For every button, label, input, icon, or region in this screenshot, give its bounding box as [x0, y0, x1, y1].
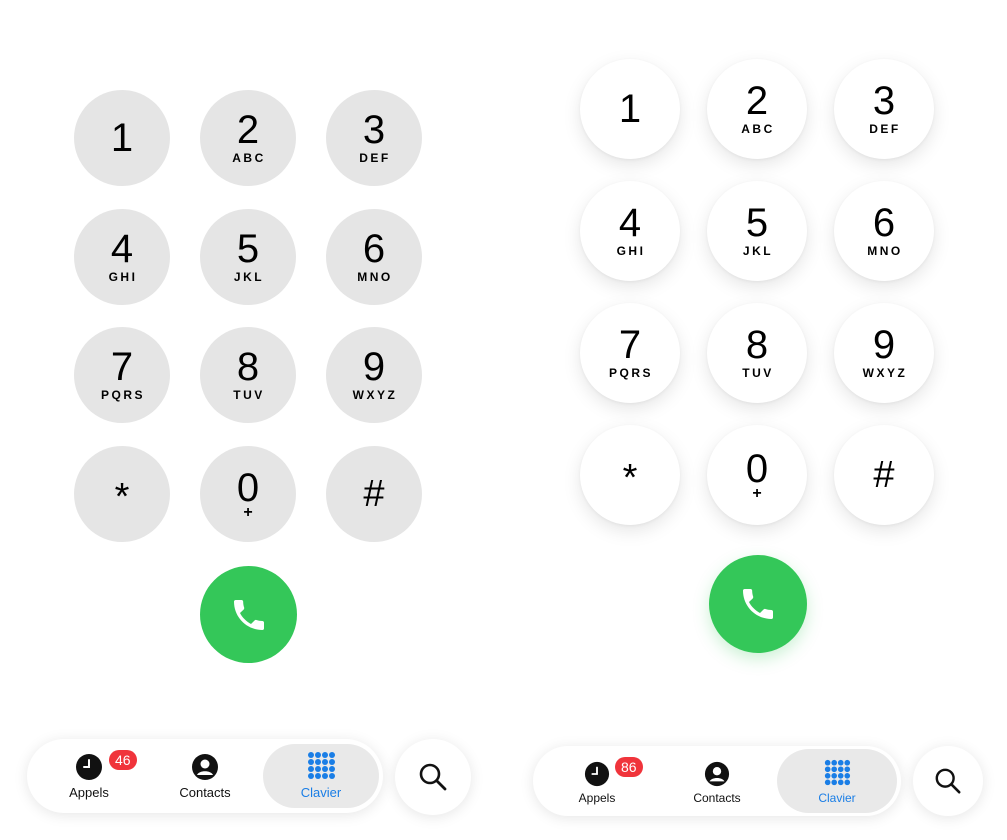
key-digit: 4	[110, 227, 134, 271]
key-digit: 3	[872, 79, 896, 123]
key-1[interactable]: 1	[74, 90, 170, 186]
key-letters: TUV	[233, 388, 265, 402]
keypad-grid-icon	[824, 759, 851, 786]
key-digit: *	[622, 457, 638, 499]
phone-icon	[743, 589, 773, 619]
tab-label: Clavier	[818, 791, 856, 805]
key-7[interactable]: 7 PQRS	[74, 327, 170, 423]
key-letters: WXYZ	[862, 366, 908, 380]
key-digit: 9	[362, 345, 386, 389]
tab-clavier[interactable]: Clavier	[263, 744, 379, 808]
tab-label: Appels	[578, 791, 616, 805]
key-digit: 5	[236, 227, 260, 271]
key-letters: TUV	[742, 366, 774, 380]
dialer-panel-left: 1 2 ABC 3 DEF 4 GHI 5 JKL 6 MNO 7 PQRS 8…	[0, 0, 500, 840]
key-digit: 4	[618, 201, 642, 245]
search-button[interactable]	[395, 739, 471, 815]
key-digit: *	[114, 476, 130, 518]
key-letters: GHI	[108, 270, 138, 284]
key-6[interactable]: 6 MNO	[326, 209, 422, 305]
phone-icon	[233, 599, 264, 630]
key-letters: PQRS	[608, 366, 653, 380]
tab-label: Appels	[69, 785, 109, 800]
key-digit: 0	[236, 466, 260, 510]
key-7[interactable]: 7 PQRS	[580, 303, 680, 403]
tab-appels[interactable]: 86 Appels	[537, 749, 657, 813]
key-star[interactable]: *	[74, 446, 170, 542]
tab-label: Contacts	[693, 791, 741, 805]
key-0[interactable]: 0 +	[707, 425, 807, 525]
key-letters: ABC	[232, 151, 266, 165]
clock-icon	[584, 761, 610, 787]
key-8[interactable]: 8 TUV	[707, 303, 807, 403]
key-9[interactable]: 9 WXYZ	[326, 327, 422, 423]
key-digit: 8	[236, 345, 260, 389]
key-1[interactable]: 1	[580, 59, 680, 159]
key-digit: #	[363, 473, 385, 515]
key-3[interactable]: 3 DEF	[326, 90, 422, 186]
key-letters: JKL	[233, 270, 265, 284]
tab-appels[interactable]: 46 Appels	[31, 744, 147, 808]
key-digit: 7	[110, 345, 134, 389]
key-3[interactable]: 3 DEF	[834, 59, 934, 159]
tab-contacts[interactable]: Contacts	[147, 744, 263, 808]
tab-label: Contacts	[179, 785, 231, 800]
key-digit: 1	[618, 87, 642, 131]
key-letters: DEF	[359, 151, 391, 165]
key-4[interactable]: 4 GHI	[74, 209, 170, 305]
tab-bar: 46 Appels Contacts Clavier	[27, 739, 383, 813]
key-digit: 9	[872, 323, 896, 367]
key-letters: GHI	[616, 244, 646, 258]
key-digit: 1	[110, 116, 134, 160]
key-letters: MNO	[357, 270, 393, 284]
key-letters: MNO	[867, 244, 903, 258]
clock-icon	[76, 754, 102, 780]
key-digit: 2	[236, 108, 260, 152]
key-hash[interactable]: #	[834, 425, 934, 525]
tab-contacts[interactable]: Contacts	[657, 749, 777, 813]
key-digit: #	[873, 454, 895, 496]
dialer-panel-right: 1 2 ABC 3 DEF 4 GHI 5 JKL 6 MNO 7 PQRS 8…	[500, 0, 1007, 840]
key-5[interactable]: 5 JKL	[707, 181, 807, 281]
key-2[interactable]: 2 ABC	[200, 90, 296, 186]
key-digit: 3	[362, 108, 386, 152]
person-circle-icon	[192, 754, 218, 780]
key-letters: +	[752, 485, 762, 502]
key-digit: 5	[745, 201, 769, 245]
key-8[interactable]: 8 TUV	[200, 327, 296, 423]
tab-label: Clavier	[300, 785, 342, 800]
search-button[interactable]	[913, 746, 983, 816]
key-digit: 7	[618, 323, 642, 367]
key-digit: 6	[362, 227, 386, 271]
key-digit: 6	[872, 201, 896, 245]
key-9[interactable]: 9 WXYZ	[834, 303, 934, 403]
key-letters: DEF	[869, 122, 901, 136]
key-letters: WXYZ	[352, 388, 398, 402]
key-letters: PQRS	[100, 388, 145, 402]
search-icon	[419, 763, 447, 791]
tab-bar: 86 Appels Contacts Clavier	[533, 746, 901, 816]
key-digit: 0	[745, 447, 769, 491]
key-2[interactable]: 2 ABC	[707, 59, 807, 159]
search-icon	[935, 768, 961, 794]
key-digit: 8	[745, 323, 769, 367]
keypad-grid-icon	[308, 752, 335, 779]
key-hash[interactable]: #	[326, 446, 422, 542]
key-digit: 2	[745, 79, 769, 123]
call-button[interactable]	[709, 555, 807, 653]
person-circle-icon	[704, 761, 730, 787]
key-6[interactable]: 6 MNO	[834, 181, 934, 281]
call-button[interactable]	[200, 566, 297, 663]
tab-clavier[interactable]: Clavier	[777, 749, 897, 813]
key-letters: ABC	[741, 122, 775, 136]
key-letters: +	[243, 504, 253, 521]
missed-calls-badge: 86	[615, 757, 643, 777]
key-0[interactable]: 0 +	[200, 446, 296, 542]
missed-calls-badge: 46	[109, 750, 137, 770]
key-star[interactable]: *	[580, 425, 680, 525]
key-letters: JKL	[742, 244, 774, 258]
key-4[interactable]: 4 GHI	[580, 181, 680, 281]
key-5[interactable]: 5 JKL	[200, 209, 296, 305]
